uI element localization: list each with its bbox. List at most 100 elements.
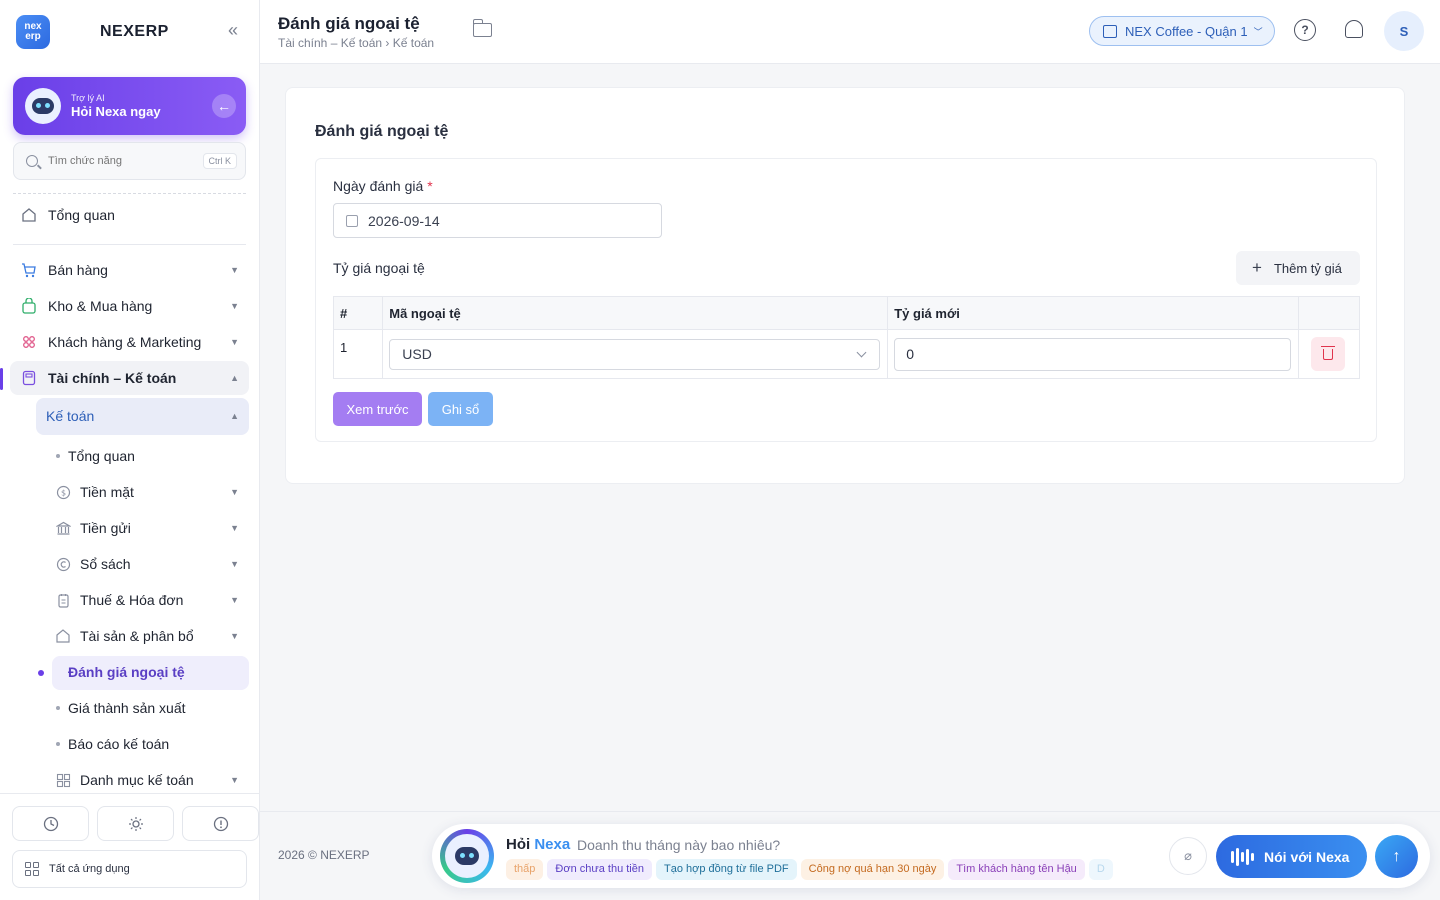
nav-acc-fx[interactable]: Đánh giá ngoại tệ	[0, 656, 260, 688]
nav-acc-overview[interactable]: Tổng quan	[0, 440, 260, 472]
nav-acc-assets[interactable]: Tài sản & phân bổ ▼	[0, 620, 260, 652]
send-button[interactable]: ↑	[1375, 835, 1418, 878]
suggestion-chip[interactable]: Tìm khách hàng tên Hậu	[948, 859, 1085, 880]
store-selector[interactable]: NEX Coffee - Quận 1 ﹀	[1089, 16, 1275, 46]
coin-icon: $	[55, 484, 71, 500]
date-label-text: Ngày đánh giá	[333, 178, 424, 194]
ask-nexa-bar: Hỏi Nexa Doanh thu tháng này bao nhiêu? …	[432, 824, 1430, 888]
bank-icon	[55, 520, 71, 536]
nav-acc-costing[interactable]: Giá thành sản xuất	[0, 692, 260, 724]
logo: nex erp	[16, 15, 50, 49]
shortcut-badge: Ctrl K	[202, 153, 237, 169]
all-apps-button[interactable]: Tất cả ứng dụng	[12, 850, 247, 888]
nav-label: Bán hàng	[48, 262, 108, 278]
voice-button[interactable]: Nói với Nexa	[1216, 835, 1367, 878]
ask-prefix: Hỏi	[506, 836, 535, 853]
nav-sales[interactable]: Bán hàng ▼	[0, 254, 260, 286]
nav-label: Tổng quan	[48, 207, 115, 223]
top-header: Đánh giá ngoại tệ Tài chính – Kế toán › …	[260, 0, 1440, 64]
grid-icon	[55, 772, 71, 788]
fx-revaluation-form: Ngày đánh giá * 2026-09-14 Tỷ giá ngoại …	[315, 158, 1377, 442]
nav-accounting[interactable]: Kế toán ▲	[0, 400, 260, 432]
suggestion-chip[interactable]: thấp	[506, 859, 544, 880]
delete-row-button[interactable]	[1311, 337, 1346, 371]
house-icon	[55, 628, 71, 644]
chevron-down-icon: ▼	[230, 631, 239, 641]
bullet-dot	[56, 706, 60, 710]
receipt-icon	[55, 592, 71, 608]
copyright: 2026 © NEXERP	[278, 848, 370, 862]
col-actions	[1298, 296, 1360, 330]
theme-button[interactable]	[97, 806, 174, 841]
footer: 2026 © NEXERP Hỏi Nexa Doanh thu tháng n…	[260, 811, 1440, 900]
post-button[interactable]: Ghi sổ	[428, 392, 493, 426]
nav-acc-tax[interactable]: Thuế & Hóa đơn ▼	[0, 584, 260, 616]
ask-brand: Nexa	[534, 836, 571, 853]
preview-button[interactable]: Xem trước	[333, 392, 422, 426]
feature-search[interactable]: Ctrl K	[13, 142, 246, 180]
currency-value: USD	[402, 346, 432, 362]
page-title: Đánh giá ngoại tệ	[278, 14, 420, 33]
nav-acc-reports[interactable]: Báo cáo kế toán	[0, 728, 260, 760]
arrow-left-icon[interactable]: ←	[212, 94, 236, 118]
ask-input[interactable]: Doanh thu tháng này bao nhiêu?	[577, 837, 780, 853]
attach-button[interactable]: ⌀	[1169, 837, 1207, 875]
user-avatar[interactable]: S	[1384, 11, 1424, 51]
all-apps-label: Tất cả ứng dụng	[49, 863, 130, 875]
calculator-icon	[21, 370, 37, 386]
robot-avatar-icon	[25, 88, 61, 124]
trash-icon	[1321, 345, 1336, 360]
add-rate-button[interactable]: + Thêm tỷ giá	[1236, 251, 1360, 285]
breadcrumb: Tài chính – Kế toán › Kế toán	[278, 36, 435, 50]
col-new-rate: Tỷ giá mới	[887, 296, 1300, 330]
bell-icon[interactable]	[1345, 20, 1363, 38]
nav-label: Kho & Mua hàng	[48, 298, 153, 314]
nav-label: Tiền gửi	[80, 520, 131, 536]
robot-avatar-icon	[440, 829, 494, 883]
new-rate-input[interactable]	[894, 337, 1292, 371]
help-icon[interactable]: ?	[1294, 19, 1316, 41]
suggestion-chip[interactable]: Tạo hợp đồng từ file PDF	[656, 859, 797, 880]
ai-assistant-card[interactable]: Trợ lý AI Hỏi Nexa ngay ←	[13, 77, 246, 135]
nav-overview[interactable]: Tổng quan	[0, 199, 260, 231]
rates-table: # Mã ngoại tệ Tỷ giá mới 1 USD	[332, 296, 1360, 379]
nav-label: Danh mục kế toán	[80, 772, 194, 788]
nav-label: Thuế & Hóa đơn	[80, 592, 184, 608]
suggestion-chip[interactable]: D	[1088, 859, 1113, 880]
nav-crm[interactable]: Khách hàng & Marketing ▼	[0, 326, 260, 358]
chevron-down-icon: ﹀	[1253, 26, 1263, 37]
bag-icon	[21, 298, 37, 314]
card-title: Đánh giá ngoại tệ	[315, 123, 449, 140]
suggestion-chip[interactable]: Đơn chưa thu tiền	[547, 859, 652, 880]
suggestion-chip[interactable]: Công nợ quá hạn 30 ngày	[800, 859, 945, 880]
nav-label: Tài chính – Kế toán	[48, 370, 177, 386]
collapse-sidebar-icon[interactable]: «	[228, 21, 238, 39]
nav-inventory[interactable]: Kho & Mua hàng ▼	[0, 290, 260, 322]
search-input[interactable]	[48, 155, 188, 167]
nav-acc-catalog[interactable]: Danh mục kế toán ▼	[0, 764, 260, 796]
nav-acc-books[interactable]: Sổ sách ▼	[0, 548, 260, 580]
history-button[interactable]	[12, 806, 89, 841]
currency-select[interactable]: USD	[389, 338, 881, 370]
paperclip-icon: ⌀	[1184, 848, 1192, 863]
date-label: Ngày đánh giá *	[333, 178, 433, 194]
date-picker[interactable]: 2026-09-14	[333, 203, 662, 238]
plus-icon: +	[1252, 258, 1262, 277]
content-card: Đánh giá ngoại tệ Ngày đánh giá * 2026-0…	[285, 87, 1405, 484]
row-index: 1	[332, 329, 384, 379]
search-icon	[26, 155, 38, 167]
divider	[13, 244, 246, 245]
store-icon	[1103, 24, 1117, 38]
nav-finance[interactable]: Tài chính – Kế toán ▲	[0, 362, 260, 394]
cart-icon	[21, 262, 37, 278]
alert-button[interactable]	[182, 806, 259, 841]
nav-acc-deposits[interactable]: Tiền gửi ▼	[0, 512, 260, 544]
chevron-down-icon: ▼	[230, 487, 239, 497]
brand[interactable]: nex erp NEXERP «	[16, 15, 246, 49]
chevron-down-icon	[856, 347, 867, 357]
nav-acc-cash[interactable]: $ Tiền mặt ▼	[0, 476, 260, 508]
ai-card-subtitle: Trợ lý AI	[71, 93, 105, 103]
arrow-up-icon: ↑	[1392, 847, 1401, 865]
chevron-down-icon: ▼	[230, 523, 239, 533]
folder-icon[interactable]	[472, 19, 492, 37]
